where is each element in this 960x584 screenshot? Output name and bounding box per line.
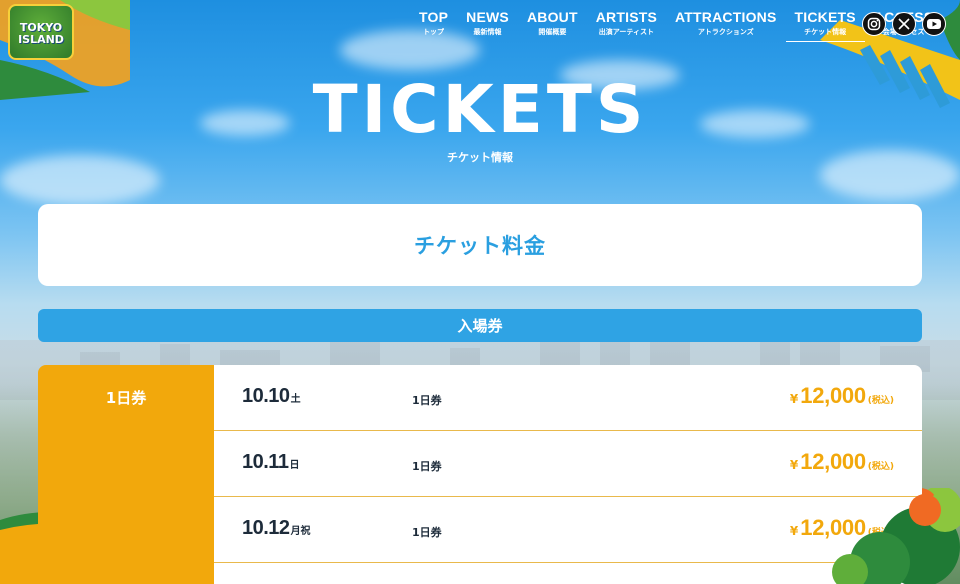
ticket-price: ¥12,000 (税込): [790, 383, 894, 409]
youtube-icon[interactable]: [922, 12, 946, 36]
currency-symbol: ¥: [789, 524, 799, 538]
nav-item-tickets[interactable]: TICKETS チケット情報: [785, 8, 865, 42]
price-amount: 12,000: [800, 449, 866, 474]
ticket-kind: 1日券: [412, 394, 442, 407]
ticket-price: ¥12,000 (税込): [790, 449, 894, 475]
nav-item-about[interactable]: ABOUT 開催概要: [518, 8, 587, 42]
nav-sublabel: トップ: [423, 28, 445, 36]
ticket-row: 10.11日 1日券 ¥12,000 (税込): [214, 431, 922, 497]
ticket-row: 10.12月祝 1日券 ¥12,000 (税込): [214, 497, 922, 563]
currency-symbol: ¥: [789, 458, 799, 472]
nav-item-attractions[interactable]: ATTRACTIONS アトラクションズ: [666, 8, 786, 42]
tax-note: (税込): [867, 528, 894, 538]
nav-sublabel: アトラクションズ: [697, 28, 754, 36]
ticket-kind: 1日券: [412, 526, 442, 539]
nav-item-top[interactable]: TOP トップ: [410, 8, 457, 42]
ticket-date: 10.11日: [242, 451, 299, 474]
nav-item-news[interactable]: NEWS 最新情報: [457, 8, 518, 42]
ticket-kind: 1日券: [412, 460, 442, 473]
ticket-price: ¥12,000 (税込): [790, 515, 894, 541]
admission-section-bar: 入場券: [38, 309, 922, 342]
nav-label: ABOUT: [526, 9, 578, 25]
ticket-date: 10.12月祝: [242, 517, 311, 540]
date-value: 10.10: [242, 385, 290, 407]
nav-sublabel: 開催概要: [538, 28, 567, 36]
ticket-date: 10.10土: [242, 385, 301, 408]
ticket-type-label: 1日券: [105, 389, 147, 407]
date-value: 10.12: [242, 517, 290, 539]
ticket-rows: 10.10土 1日券 ¥12,000 (税込) 10.11日 1日券 ¥12,00…: [214, 365, 922, 584]
day-of-week: 月祝: [290, 526, 311, 537]
tax-note: (税込): [867, 396, 894, 406]
admission-section-label: 入場券: [457, 317, 503, 335]
page-subtitle: チケット情報: [447, 151, 513, 164]
date-value: 10.11: [242, 451, 289, 473]
nav-sublabel: チケット情報: [804, 28, 847, 36]
nav-label: NEWS: [466, 9, 509, 25]
nav-item-artists[interactable]: ARTISTS 出演アーティスト: [587, 8, 666, 42]
social-links: [862, 12, 946, 36]
ticket-price-heading-card: チケット料金: [38, 204, 922, 286]
ticket-table: 1日券 10.10土 1日券 ¥12,000 (税込) 10.11日 1日券 ¥1…: [38, 365, 922, 584]
day-of-week: 日: [289, 460, 300, 471]
nav-sublabel: 最新情報: [473, 28, 502, 36]
nav-label: TOP: [419, 9, 449, 25]
nav-label: ARTISTS: [595, 9, 658, 25]
page-title: TICKETS: [312, 71, 648, 148]
ticket-price-heading: チケット料金: [414, 234, 546, 258]
ticket-row: 10.10土 1日券 ¥12,000 (税込): [214, 365, 922, 431]
tax-note: (税込): [867, 462, 894, 472]
price-amount: 12,000: [800, 383, 866, 408]
nav-sublabel: 出演アーティスト: [598, 28, 654, 36]
day-of-week: 土: [290, 394, 301, 405]
currency-symbol: ¥: [789, 392, 799, 406]
ticket-type-cell: 1日券: [38, 365, 214, 584]
logo-text: TOKYO ISLAND: [18, 21, 64, 46]
price-amount: 12,000: [800, 515, 866, 540]
nav-label: TICKETS: [794, 9, 856, 25]
x-icon[interactable]: [892, 12, 916, 36]
instagram-icon[interactable]: [862, 12, 886, 36]
nav-label: ATTRACTIONS: [675, 9, 777, 25]
site-logo[interactable]: TOKYO ISLAND: [8, 4, 74, 60]
